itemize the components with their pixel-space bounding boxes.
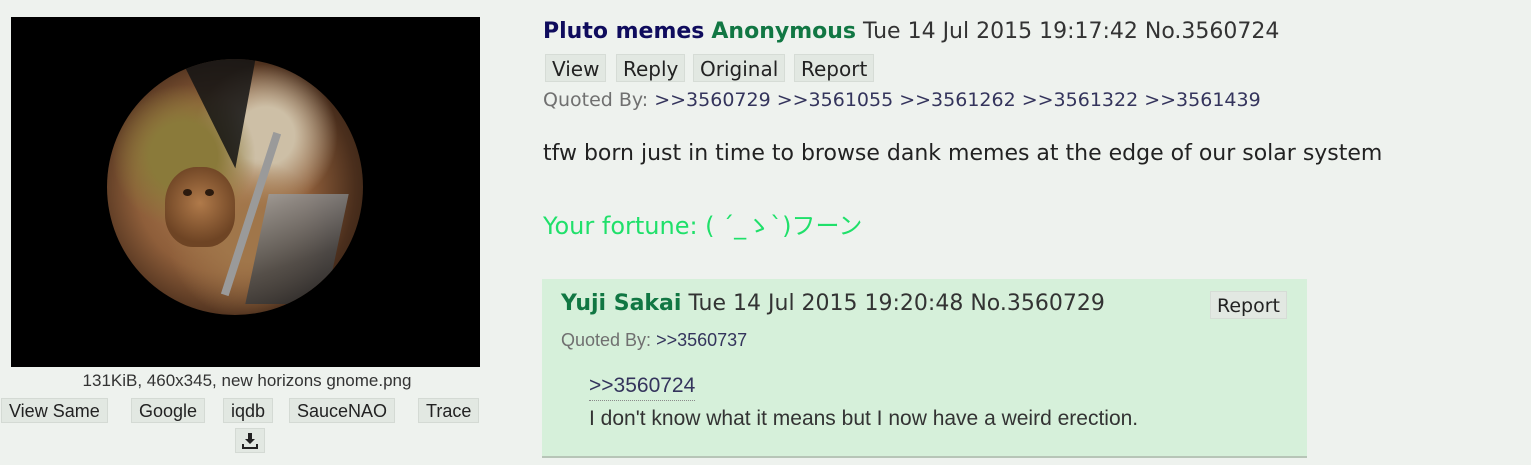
report-button[interactable]: Report — [794, 54, 875, 82]
post-image[interactable] — [11, 17, 480, 367]
reply-number[interactable]: No.3560729 — [970, 291, 1105, 316]
reply-poster-name: Yuji Sakai — [561, 291, 682, 316]
probe-shape — [245, 194, 349, 304]
download-button[interactable] — [235, 428, 265, 453]
post-number[interactable]: No.3560724 — [1145, 19, 1280, 44]
reply-quotelink[interactable]: >>3560724 — [589, 374, 696, 401]
trace-button[interactable]: Trace — [418, 398, 480, 423]
post-body: tfw born just in time to browse dank mem… — [543, 141, 1383, 166]
reply-datetime: Tue 14 Jul 2015 19:20:48 — [688, 291, 964, 316]
saucenao-button[interactable]: SauceNAO — [289, 398, 396, 423]
gnome-face — [165, 167, 235, 247]
reply-quoted-by-label: Quoted By: — [561, 330, 652, 350]
quoted-by-label: Quoted By: — [543, 89, 649, 111]
original-button[interactable]: Original — [693, 54, 786, 82]
post-subject: Pluto memes — [543, 19, 705, 44]
reply-body: >>3560724 I don't know what it means but… — [589, 374, 1138, 431]
post-header: Pluto memes Anonymous Tue 14 Jul 2015 19… — [543, 19, 1279, 44]
download-icon — [242, 433, 258, 449]
pluto-planet-picture — [107, 59, 363, 315]
reply-report-button[interactable]: Report — [1210, 291, 1287, 319]
thread-page: 131KiB, 460x345, new horizons gnome.png … — [0, 0, 1531, 465]
iqdb-button[interactable]: iqdb — [223, 398, 274, 423]
reply-header: Yuji Sakai Tue 14 Jul 2015 19:20:48 No.3… — [561, 291, 1105, 316]
post-datetime: Tue 14 Jul 2015 19:17:42 — [863, 19, 1138, 44]
file-info: 131KiB, 460x345, new horizons gnome.png — [82, 371, 412, 390]
fortune-text: Your fortune: ( ´_ゝ`)フーン — [543, 212, 863, 240]
reply-message: I don't know what it means but I now hav… — [589, 407, 1139, 430]
view-same-button[interactable]: View Same — [1, 398, 108, 423]
reply-post: Yuji Sakai Tue 14 Jul 2015 19:20:48 No.3… — [542, 279, 1307, 458]
reply-button[interactable]: Reply — [616, 54, 686, 82]
poster-name: Anonymous — [711, 19, 857, 44]
quoted-by: Quoted By: >>3560729 >>3561055 >>3561262… — [543, 89, 1261, 111]
reply-quoted-by-link[interactable]: >>3560737 — [656, 330, 747, 350]
quoted-by-links[interactable]: >>3560729 >>3561055 >>3561262 >>3561322 … — [654, 89, 1260, 111]
view-button[interactable]: View — [545, 54, 607, 82]
reply-quoted-by: Quoted By: >>3560737 — [561, 330, 747, 351]
google-search-button[interactable]: Google — [131, 398, 206, 423]
